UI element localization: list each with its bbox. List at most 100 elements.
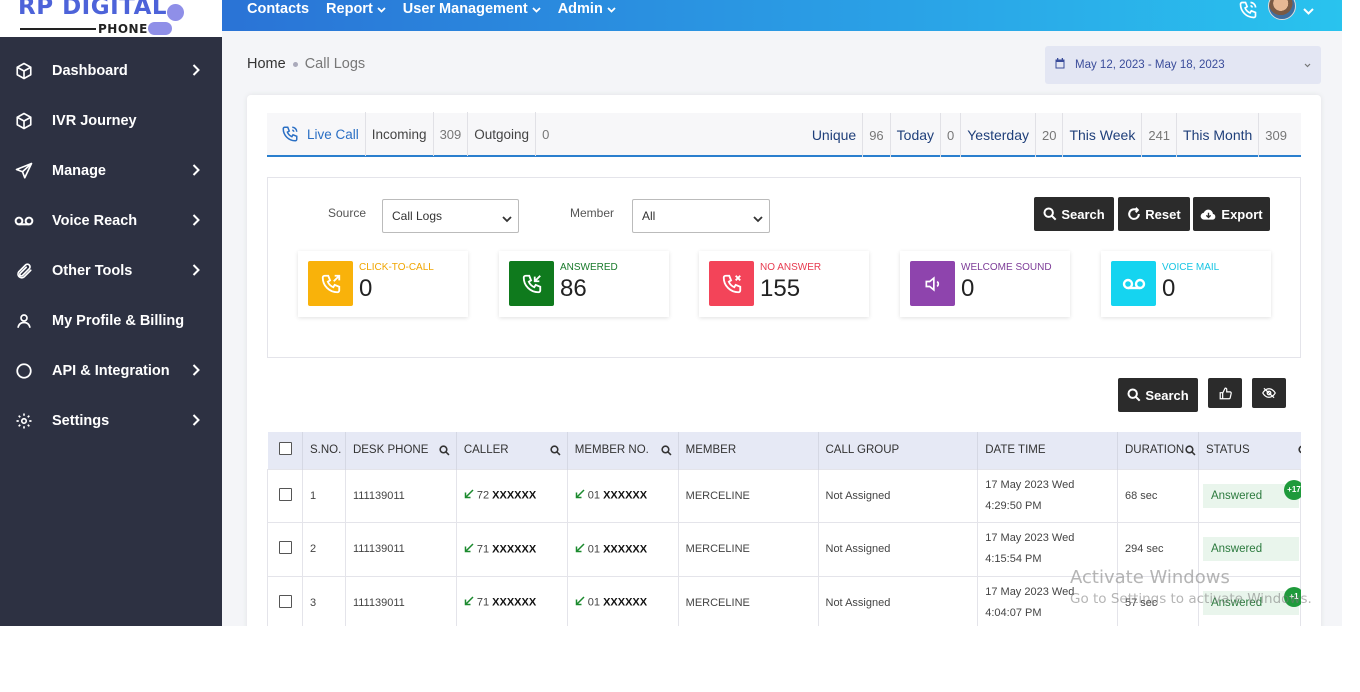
stat-click-to-call[interactable]: CLICK-TO-CALL 0 <box>298 251 468 317</box>
logo-underline <box>20 28 96 30</box>
caller-prefix: 72 <box>476 489 490 502</box>
date-range-text: May 12, 2023 - May 18, 2023 <box>1075 59 1225 71</box>
arrow-incoming-icon <box>464 596 474 609</box>
tab-incoming[interactable]: Incoming <box>366 112 434 156</box>
brand-name: RP DIGITAL <box>18 0 168 20</box>
brand-logo[interactable]: RP DIGITAL PHONE <box>0 0 222 37</box>
sidebar-item-ivr-journey[interactable]: IVR Journey <box>0 96 222 146</box>
topnav-label: Report <box>326 0 373 17</box>
hide-columns-button[interactable] <box>1252 378 1286 408</box>
logo-blob <box>148 22 172 35</box>
sidebar-item-voice-reach[interactable]: Voice Reach <box>0 196 222 246</box>
col-member[interactable]: MEMBER <box>678 432 819 469</box>
sidebar-item-label: API & Integration <box>52 363 170 379</box>
member-select[interactable]: All <box>632 199 770 233</box>
search-icon[interactable] <box>1185 445 1196 459</box>
chevron-down-icon <box>753 212 763 226</box>
column-header: DESK PHONE <box>352 444 429 457</box>
search-button[interactable]: Search <box>1034 197 1114 231</box>
table-header-row: S.NO. DESK PHONE CALLER MEMBER NO. MEMBE… <box>267 432 1301 469</box>
tab-outgoing[interactable]: Outgoing <box>468 112 537 156</box>
phone-call-icon[interactable] <box>1238 0 1258 25</box>
table-search-button[interactable]: Search <box>1118 378 1198 412</box>
col-sno[interactable]: S.NO. <box>302 432 346 469</box>
sidebar-item-other-tools[interactable]: Other Tools <box>0 246 222 296</box>
tab-yesterday[interactable]: Yesterday <box>961 113 1036 157</box>
sidebar-item-my-profile-billing[interactable]: My Profile & Billing <box>0 296 222 346</box>
export-button[interactable]: Export <box>1193 197 1270 231</box>
select-all-checkbox[interactable] <box>278 442 292 456</box>
cell-date-time: 17 May 2023 Wed 4:29:50 PM <box>977 468 1118 523</box>
member-prefix: 01 <box>587 489 600 502</box>
phone-missed-icon <box>709 261 754 306</box>
stat-answered[interactable]: ANSWERED 86 <box>499 251 669 317</box>
search-icon[interactable] <box>550 445 561 459</box>
sidebar-nav: Dashboard IVR Journey Manage Voice Reach… <box>0 46 222 446</box>
sidebar-item-dashboard[interactable]: Dashboard <box>0 46 222 96</box>
col-date-time[interactable]: DATE TIME <box>977 432 1118 469</box>
stat-label: WELCOME SOUND <box>961 262 1052 273</box>
stat-welcome-sound[interactable]: WELCOME SOUND 0 <box>900 251 1070 317</box>
row-checkbox[interactable] <box>279 487 292 501</box>
time-text: 4:29:50 PM <box>985 499 1042 512</box>
col-call-group[interactable]: CALL GROUP <box>818 432 979 469</box>
date-range-picker[interactable]: May 12, 2023 - May 18, 2023 <box>1045 46 1321 84</box>
sidebar-item-label: Voice Reach <box>52 213 138 229</box>
chevron-right-icon <box>192 264 200 280</box>
cube-icon <box>14 61 34 81</box>
count-badge[interactable]: +17 <box>1283 479 1301 500</box>
tab-this-month[interactable]: This Month <box>1177 113 1260 157</box>
member-masked: XXXXXX <box>603 489 648 502</box>
col-duration[interactable]: DURATION <box>1117 432 1199 469</box>
status-badge: Answered <box>1202 537 1299 562</box>
thumbs-up-icon <box>1219 387 1232 400</box>
call-logs-card: Live Call Incoming 309 Outgoing 0 Unique… <box>247 95 1321 626</box>
cell-desk-phone: 111139011 <box>344 522 457 577</box>
search-icon[interactable] <box>661 445 672 459</box>
col-desk-phone[interactable]: DESK PHONE <box>345 432 457 469</box>
search-icon[interactable] <box>439 445 450 459</box>
topnav-admin[interactable]: Admin <box>558 0 616 17</box>
search-icon <box>1127 388 1145 402</box>
stat-voice-mail[interactable]: VOICE MAIL 0 <box>1101 251 1271 317</box>
search-icon[interactable] <box>1297 445 1301 459</box>
top-navbar: Contacts Report User Management Admin <box>222 0 1342 31</box>
col-member-no[interactable]: MEMBER NO. <box>567 432 679 469</box>
row-checkbox[interactable] <box>279 541 292 555</box>
tab-live-call[interactable]: Live Call <box>267 112 366 156</box>
sidebar-item-settings[interactable]: Settings <box>0 396 222 446</box>
logo-dot <box>167 4 184 21</box>
tab-label: Incoming <box>371 126 427 142</box>
chevron-down-icon[interactable] <box>1303 2 1314 20</box>
tab-live-call-label: Live Call <box>307 126 359 142</box>
search-icon <box>1043 207 1061 221</box>
topnav-contacts[interactable]: Contacts <box>247 0 309 17</box>
topnav-report[interactable]: Report <box>326 0 386 17</box>
tab-unique[interactable]: Unique <box>806 113 864 157</box>
source-select[interactable]: Call Logs <box>382 199 519 233</box>
circle-icon <box>14 361 34 381</box>
arrow-incoming-icon <box>464 543 474 556</box>
tab-this-week[interactable]: This Week <box>1063 113 1143 157</box>
export-button-label: Export <box>1221 206 1263 222</box>
sidebar-item-api-integration[interactable]: API & Integration <box>0 346 222 396</box>
topnav-user-management[interactable]: User Management <box>403 0 541 17</box>
col-caller[interactable]: CALLER <box>456 432 568 469</box>
topnav-label: User Management <box>402 0 528 17</box>
row-checkbox[interactable] <box>279 594 292 608</box>
col-status[interactable]: STATUS <box>1198 432 1301 469</box>
cell-status: Answered +17 <box>1197 468 1301 523</box>
table-row[interactable]: 1 111139011 72 XXXXXX 01 XXXXXX MERCELIN… <box>267 468 1301 523</box>
sidebar-item-manage[interactable]: Manage <box>0 146 222 196</box>
stat-value: 155 <box>760 275 801 302</box>
paperclip-icon <box>14 261 34 281</box>
thumbs-up-button[interactable] <box>1208 378 1242 408</box>
avatar[interactable] <box>1268 0 1296 20</box>
tab-today[interactable]: Today <box>891 113 942 157</box>
stat-no-answer[interactable]: NO ANSWER 155 <box>699 251 869 317</box>
arrow-incoming-icon <box>575 489 585 502</box>
chevron-right-icon <box>192 164 200 180</box>
reset-button[interactable]: Reset <box>1118 197 1190 231</box>
breadcrumb-home[interactable]: Home <box>247 56 286 72</box>
cell-sno: 3 <box>301 575 346 626</box>
